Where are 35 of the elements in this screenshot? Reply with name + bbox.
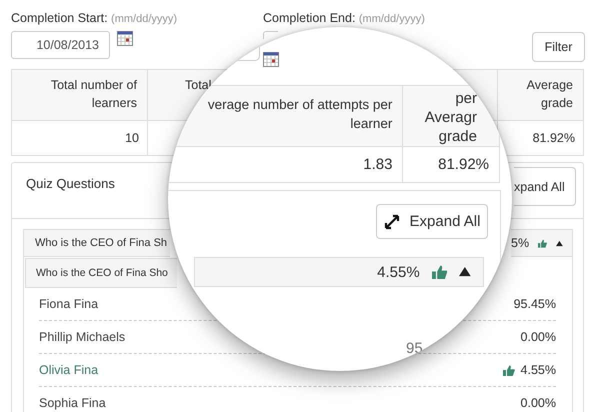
caret-icon[interactable] (556, 240, 563, 246)
answer-name: Sophia Fina (39, 396, 106, 410)
expand-all-button[interactable]: xpand All (514, 167, 576, 206)
field-label: Completion End: (mm/dd/yyyy) (263, 11, 426, 25)
column-header: verage number of attempts per learner (208, 97, 392, 131)
expand-all-button[interactable]: Expand All (376, 204, 488, 239)
table-cell: 1.83 (363, 156, 392, 173)
caret-icon[interactable] (459, 267, 471, 277)
column-header: Total (185, 78, 212, 92)
calendar-icon[interactable] (117, 31, 133, 46)
percent-text: 0.00% (520, 396, 556, 410)
question-row[interactable]: Who is the CEO of Fina Sh (23, 229, 170, 257)
answer-name: Phillip Michaels (39, 330, 126, 344)
column-header: Total number of learners (50, 78, 137, 110)
expand-icon (384, 214, 400, 230)
column-header: per Averagr grade (424, 90, 477, 145)
calendar-icon[interactable] (263, 52, 279, 67)
percent-text: 0.00% (520, 330, 556, 344)
field-label: Completion Start: (mm/dd/yyyy) (11, 11, 178, 25)
answer-name: Fiona Fina (39, 297, 98, 311)
date-field[interactable]: 10/08/2013 (11, 31, 110, 59)
score-text: 4.55% (377, 264, 420, 280)
filter-button[interactable]: Filter (532, 32, 585, 62)
percent-text: 95.45% (514, 297, 556, 311)
table-cell: 81.92% (532, 131, 575, 145)
question-row-end[interactable]: 5% (511, 229, 573, 257)
question-text: Who is the CEO of Fina Sho (36, 267, 168, 279)
score-text: 5% (511, 236, 530, 250)
answer-name: Olivia Fina (39, 363, 98, 377)
question-row[interactable]: 4.55% (194, 257, 484, 287)
panel-title: Quiz Questions (26, 176, 115, 191)
column-header: Average grade (526, 78, 573, 110)
table-cell: 81.92% (438, 156, 489, 173)
table-cell: 10 (125, 131, 139, 145)
percent-text: 4.55% (520, 363, 556, 377)
